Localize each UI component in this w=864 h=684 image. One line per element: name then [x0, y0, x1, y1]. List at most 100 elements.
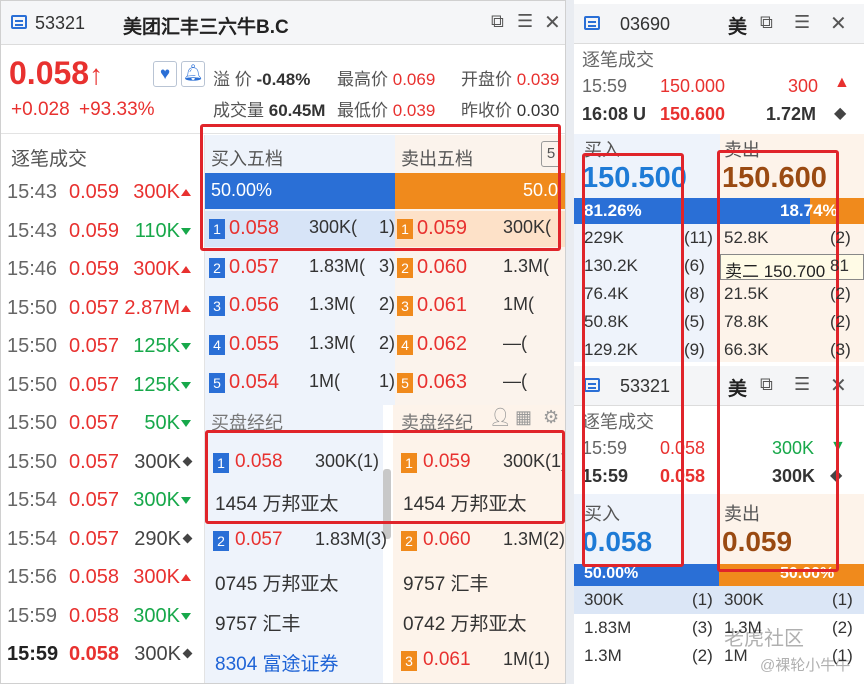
- neutral-diamond-icon: [182, 456, 193, 466]
- bid-price: 0.055: [229, 332, 280, 355]
- bid-row: 3 0.056 1.3M(2): [209, 294, 395, 324]
- level-number: 2: [397, 257, 413, 278]
- close-icon[interactable]: ✕: [544, 10, 561, 34]
- highlight-box-bid: [582, 153, 684, 567]
- bid-price: 0.057: [229, 255, 280, 278]
- neutral-diamond-icon: [182, 648, 193, 659]
- bid-volume: 1.3M(: [309, 294, 356, 314]
- bid-volume: 229K: [584, 228, 624, 247]
- copy-icon[interactable]: ⧉: [491, 11, 504, 32]
- grid-icon[interactable]: ▦: [515, 407, 532, 428]
- trade-time: 16:08 U: [582, 104, 647, 124]
- person-icon[interactable]: 👤︎: [489, 407, 512, 428]
- favorite-heart-icon[interactable]: ♥: [153, 61, 177, 87]
- trade-price: 0.059: [69, 181, 120, 203]
- up-arrow-icon: [181, 189, 191, 196]
- trade-row: 15:54 0.057 300K: [1, 481, 201, 519]
- trade-volume: 125K: [133, 373, 180, 396]
- bid-volume: 1.83M: [584, 618, 632, 637]
- settings-icon[interactable]: ⚙: [543, 407, 559, 428]
- broker-name[interactable]: 8304 富途证券: [215, 649, 339, 676]
- broker-name[interactable]: 9757 汇丰: [403, 569, 489, 596]
- trade-price: 0.059: [69, 258, 120, 280]
- bid-price: 0.054: [229, 371, 280, 393]
- broker-name[interactable]: 9757 汇丰: [215, 609, 301, 636]
- ask-volume: 1M: [724, 646, 748, 665]
- stat-open: 开盘价 0.039: [461, 70, 560, 89]
- ask-count: (2): [830, 284, 851, 303]
- menu-icon[interactable]: ☰: [794, 12, 810, 33]
- trade-volume: 300K: [133, 566, 180, 588]
- broker-price: 0.061: [423, 649, 471, 670]
- broker-volume: 1.83M(3): [315, 529, 388, 549]
- close-icon[interactable]: ✕: [830, 11, 847, 35]
- trade-row: 15:59 0.058 300K: [1, 635, 201, 673]
- down-arrow-icon: [181, 420, 191, 427]
- trade-volume: 300: [788, 76, 819, 96]
- trade-volume: 300K: [133, 489, 180, 511]
- market-tag: 美: [728, 17, 748, 38]
- broker-volume: 1M(1): [503, 649, 551, 669]
- trades-title: 逐笔成交: [11, 149, 88, 170]
- trade-time: 15:46: [7, 258, 58, 280]
- bid-count: (3): [692, 618, 713, 637]
- bid-volume: 1.83M(: [309, 255, 366, 276]
- ask-count: (1): [832, 646, 853, 665]
- bid-count: (11): [684, 228, 713, 247]
- alert-bell-icon[interactable]: 🔔︎: [181, 61, 205, 87]
- ask-volume: —(: [503, 332, 527, 353]
- stat-premium: 溢 价 -0.48%: [213, 70, 311, 89]
- broker-volume: 1.3M(2): [503, 529, 566, 549]
- level-number: 3: [397, 296, 413, 316]
- broker-name[interactable]: 0745 万邦亚太: [215, 569, 339, 596]
- highlight-box-order-book: [200, 124, 561, 251]
- trade-row: 15:54 0.057 290K: [1, 520, 201, 558]
- bid-row: 4 0.055 1.3M(2): [209, 333, 395, 363]
- menu-icon[interactable]: ☰: [517, 11, 533, 32]
- ask-volume: 1.3M(: [503, 255, 550, 276]
- trade-price: 150.000: [660, 76, 726, 96]
- level-number: 4: [397, 334, 413, 355]
- trade-volume: 300K: [133, 604, 180, 627]
- down-arrow-icon: [181, 497, 191, 504]
- price-change-pct: +93.33%: [79, 99, 155, 120]
- trade-row: 15:43 0.059 300K: [1, 173, 201, 211]
- down-arrow-icon: [181, 612, 191, 620]
- trade-price: 0.057: [69, 412, 120, 434]
- sell-broker-level: 2 0.060 1.3M(2): [397, 529, 566, 559]
- trade-price: 0.057: [69, 335, 120, 357]
- trade-volume: 1.72M: [766, 104, 817, 124]
- trade-time: 15:56: [7, 566, 58, 588]
- bid-volume: 300K: [584, 590, 624, 609]
- bid-count: (2): [692, 646, 713, 665]
- stock-code: 03690: [620, 14, 671, 34]
- trade-time: 15:43: [7, 181, 58, 203]
- trade-volume: 110K: [134, 219, 180, 242]
- bid-count: 1): [379, 371, 396, 391]
- bid-volume: 1M(: [309, 371, 340, 391]
- ask-volume: 66.3K: [724, 340, 769, 359]
- stock-name: 美团汇丰三六牛B.C: [123, 17, 289, 38]
- bid-volume: 130.2K: [584, 256, 638, 275]
- trade-volume: 300K: [134, 450, 181, 473]
- trade-time: 15:59: [582, 76, 628, 96]
- trade-time: 15:50: [7, 373, 58, 396]
- trade-price: 0.058: [69, 643, 120, 665]
- broker-name[interactable]: 0742 万邦亚太: [403, 609, 527, 636]
- trade-volume: 290K: [134, 527, 181, 550]
- up-arrow-icon: ↑: [89, 59, 104, 90]
- splitter[interactable]: [566, 0, 574, 684]
- trade-volume: 300K: [133, 258, 180, 280]
- bid-row: 2 0.057 1.83M(3): [209, 256, 395, 286]
- highlight-box-broker: [205, 430, 565, 524]
- ask-volume: 300K: [724, 590, 764, 609]
- up-arrow-icon: [181, 574, 191, 581]
- ask-volume: 1.3M: [724, 618, 762, 637]
- neutral-diamond-icon: [182, 533, 193, 543]
- ask-volume: 1M(: [503, 294, 534, 314]
- bid-count: (8): [684, 284, 705, 303]
- trade-row: 15:46 0.059 300K: [1, 250, 201, 288]
- copy-icon[interactable]: ⧉: [760, 12, 773, 33]
- bid-volume: 50.8K: [584, 312, 629, 331]
- level-number: 4: [209, 334, 225, 355]
